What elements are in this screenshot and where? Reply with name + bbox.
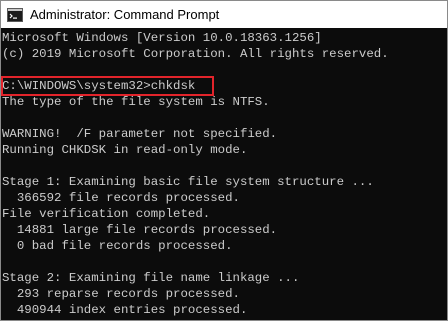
console-line: 0 bad file records processed. [2, 239, 233, 253]
console-line: WARNING! /F parameter not specified. [2, 127, 278, 141]
command-prompt-window: Administrator: Command Prompt Microsoft … [0, 0, 448, 321]
console-line: Microsoft Windows [Version 10.0.18363.12… [2, 31, 322, 45]
console-line: 490944 index entries processed. [2, 303, 248, 317]
console-line: The type of the file system is NTFS. [2, 95, 270, 109]
console-line: File verification completed. [2, 207, 211, 221]
console-line: Stage 2: Examining file name linkage ... [2, 271, 300, 285]
console-line: 366592 file records processed. [2, 191, 240, 205]
console-line: Stage 1: Examining basic file system str… [2, 175, 374, 189]
console-output[interactable]: Microsoft Windows [Version 10.0.18363.12… [1, 28, 447, 320]
console-line: 293 reparse records processed. [2, 287, 240, 301]
console-line: Running CHKDSK in read-only mode. [2, 143, 248, 157]
console-line: (c) 2019 Microsoft Corporation. All righ… [2, 47, 389, 61]
cmd-icon [7, 7, 23, 22]
console-line: 14881 large file records processed. [2, 223, 278, 237]
title-bar[interactable]: Administrator: Command Prompt [1, 1, 447, 28]
window-title: Administrator: Command Prompt [30, 7, 220, 22]
command-line: C:\WINDOWS\system32>chkdsk [2, 79, 196, 93]
